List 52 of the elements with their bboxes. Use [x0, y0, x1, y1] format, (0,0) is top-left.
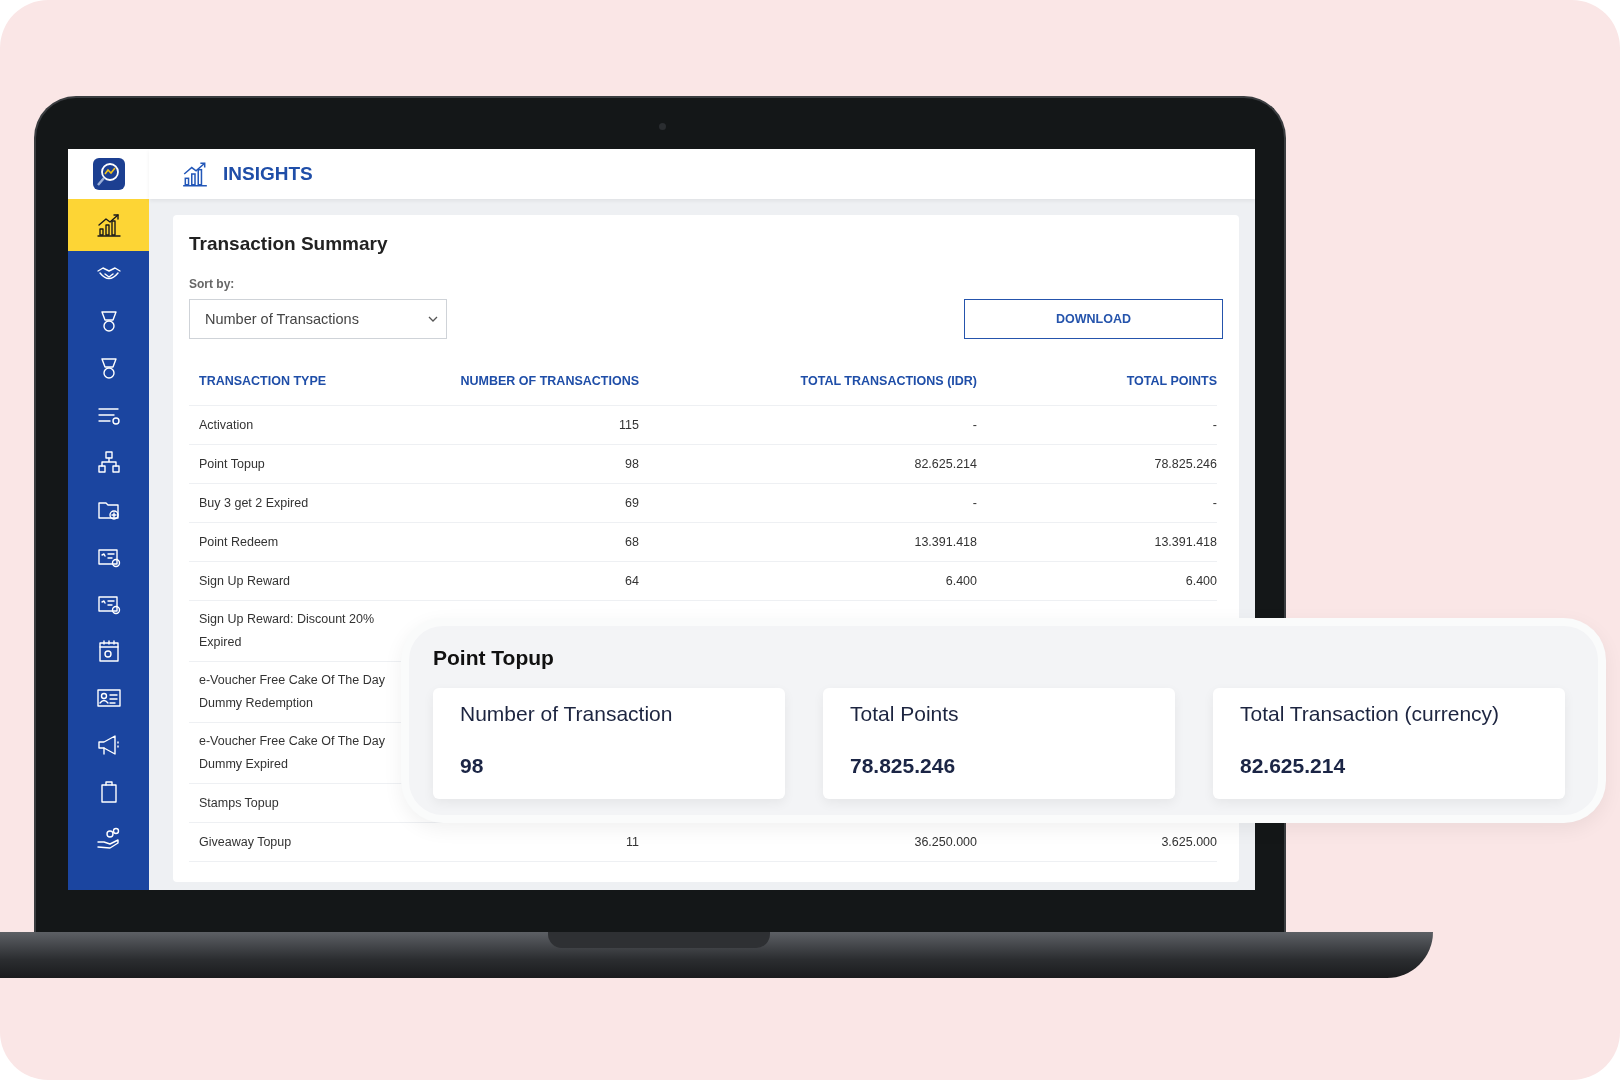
stat-value: 82.625.214 [1240, 754, 1347, 778]
table-cell-text: Giveaway Topup [198, 833, 293, 851]
chevron-down-icon [428, 316, 438, 322]
column-header: NUMBER OF TRANSACTIONS [459, 374, 639, 388]
table-cell-text: e-Voucher Free Cake Of The Day Dummy Redemption [198, 672, 386, 712]
table-cell-text: 78.825.246 [1153, 455, 1217, 473]
chart-icon [95, 212, 122, 238]
table-cell-text: - [1211, 494, 1217, 512]
table-cell-text: 36.250.000 [913, 833, 977, 851]
table-cell-text: 64 [624, 572, 639, 590]
table-cell-text: 6.400 [1184, 572, 1217, 590]
table-cell-text: Point Redeem [198, 533, 280, 551]
table-cell-text: 3.625.000 [1160, 833, 1217, 851]
table-cell-text: 13.391.418 [913, 533, 977, 551]
stat-value: 78.825.246 [850, 754, 957, 778]
table-cell-text: - [971, 494, 977, 512]
table-cell-text: 115 [618, 416, 639, 434]
table-cell-text: Sign Up Reward: Discount 20% Expired [198, 611, 376, 651]
table-cell-text: 13.391.418 [1153, 533, 1217, 551]
chart-icon [181, 160, 209, 188]
table-cell-text: 82.625.214 [913, 455, 977, 473]
sidebar-item[interactable] [68, 199, 149, 251]
stat-label: Total Transaction (currency) [1240, 702, 1501, 726]
column-header: TOTAL TRANSACTIONS (IDR) [799, 374, 977, 388]
column-header: TRANSACTION TYPE [198, 374, 328, 388]
card-title: Transaction Summary [189, 233, 389, 255]
camera-icon [659, 123, 666, 130]
table-cell-text: Point Topup [198, 455, 266, 473]
sort-dropdown[interactable]: Number of Transactions [189, 299, 447, 339]
table-cell-text: e-Voucher Free Cake Of The Day Dummy Expired [198, 733, 386, 773]
hand-coin-icon [95, 825, 122, 852]
table-cell-text: 11 [625, 833, 639, 851]
sort-label: Sort by: [189, 277, 236, 291]
download-button[interactable]: DOWNLOAD [964, 299, 1223, 339]
table-cell-text: 6.400 [944, 572, 977, 590]
table-cell-text: Activation [198, 416, 255, 434]
org-chart-icon [95, 449, 122, 476]
table-cell-text: Buy 3 get 2 Expired [198, 494, 310, 512]
table-cell-text: 68 [624, 533, 639, 551]
app-logo-icon [92, 158, 125, 190]
table-cell-text: 98 [624, 455, 639, 473]
table-cell-text: - [971, 416, 977, 434]
table-cell-text: Stamps Topup [198, 794, 280, 812]
page-title: INSIGHTS [223, 163, 313, 185]
table-cell-text: - [1211, 416, 1217, 434]
table-cell-text: 69 [624, 494, 639, 512]
stat-label: Total Points [850, 702, 960, 726]
panel-title: Point Topup [433, 646, 555, 670]
column-header: TOTAL POINTS [1125, 374, 1217, 388]
stat-label: Number of Transaction [460, 702, 674, 726]
table-cell-text: Sign Up Reward [198, 572, 291, 590]
stat-value: 98 [460, 754, 485, 778]
